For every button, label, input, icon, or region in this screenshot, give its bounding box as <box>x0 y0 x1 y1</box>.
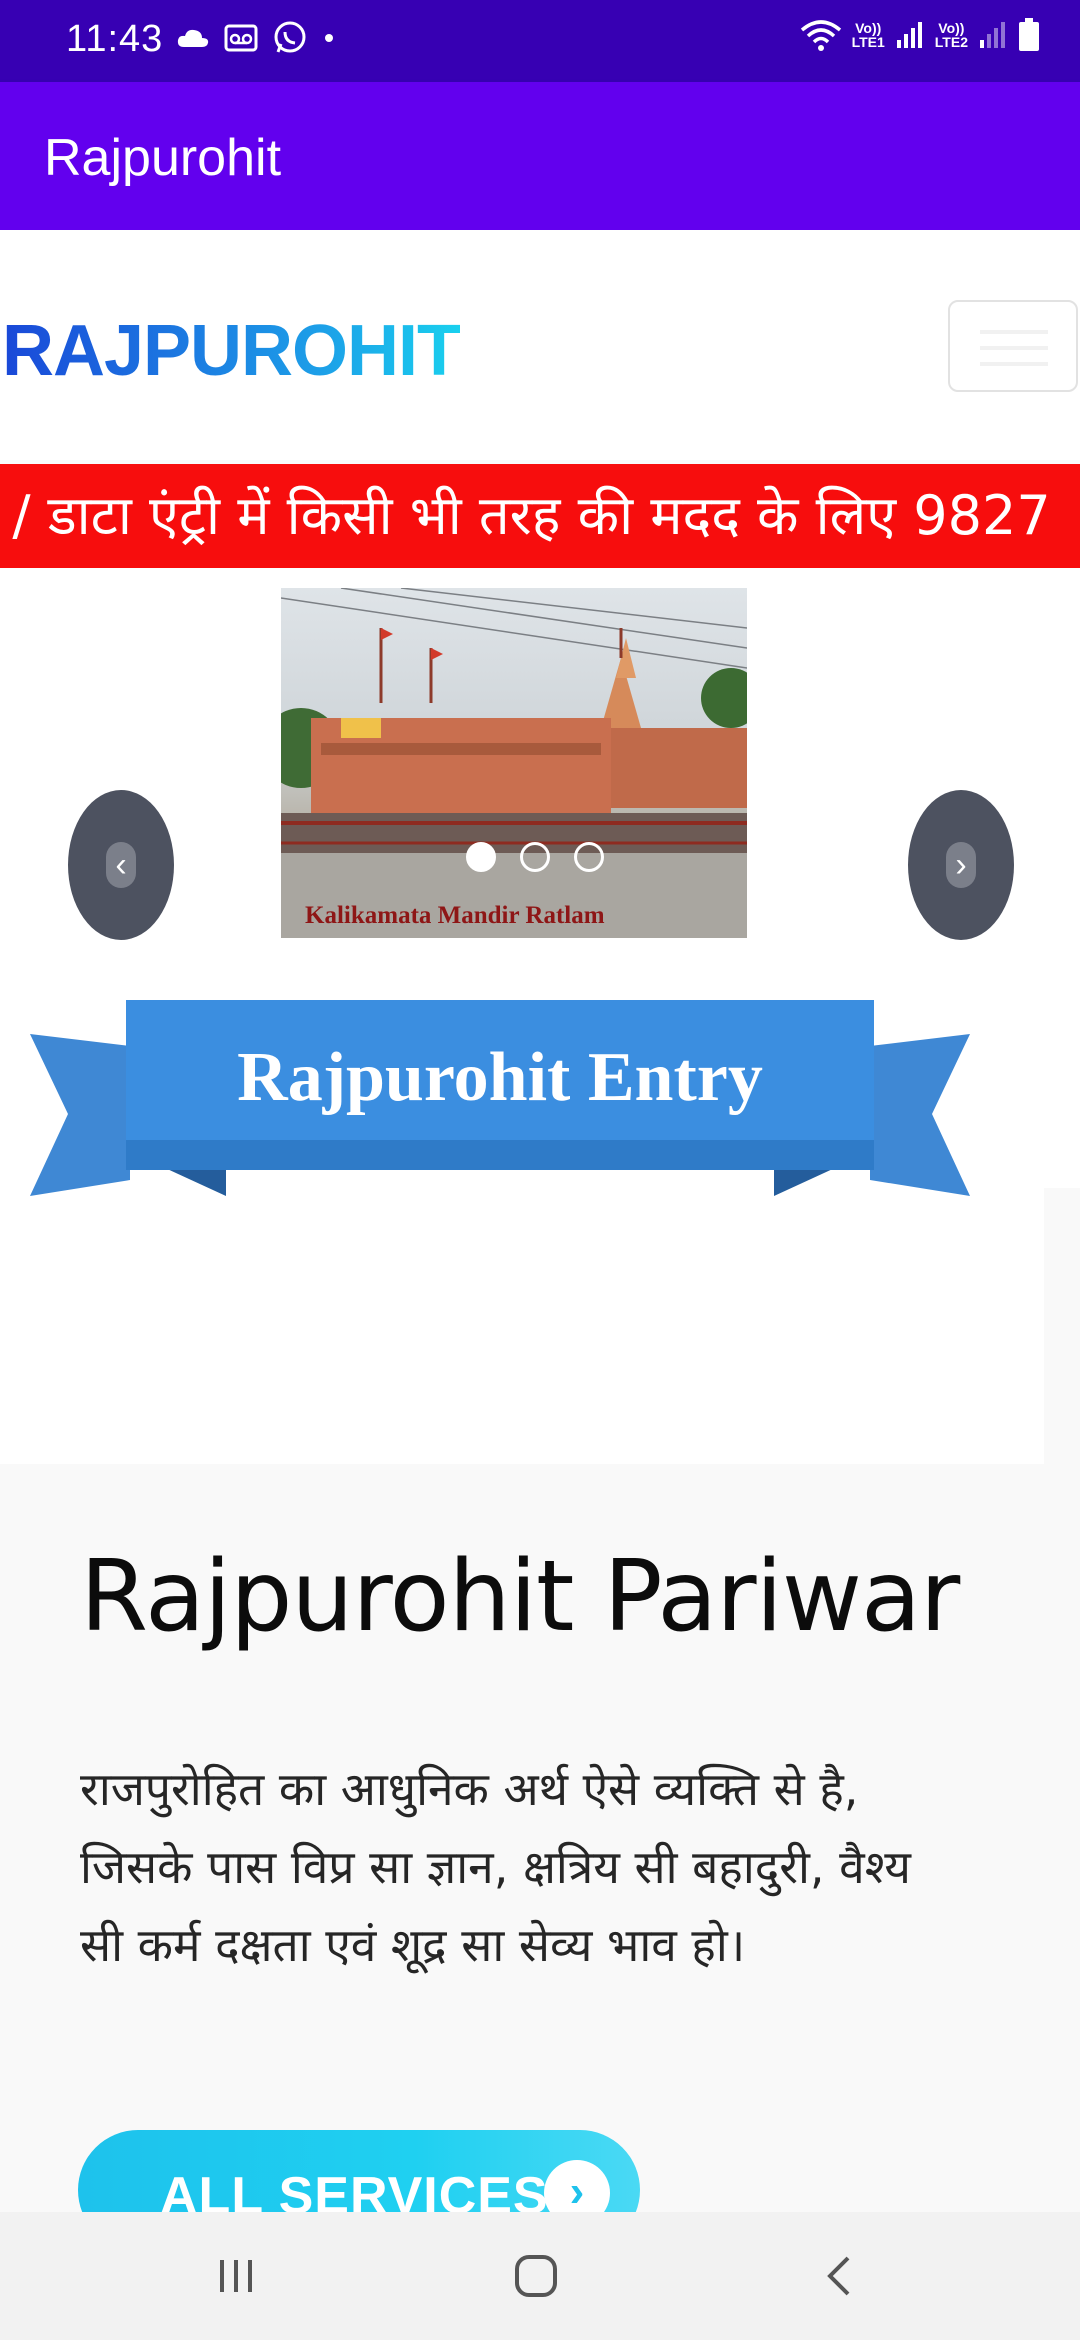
home-icon <box>515 2255 557 2297</box>
voicemail-icon <box>224 24 258 52</box>
system-status-icons: Vo)) LTE1 Vo)) LTE2 <box>800 18 1040 52</box>
marquee-text: ट / डाटा एंट्री में किसी भी तरह की मदद क… <box>0 484 1051 547</box>
menu-line-icon <box>980 362 1048 366</box>
recents-icon <box>220 2260 252 2292</box>
signal-icon <box>896 22 922 48</box>
wifi-icon <box>800 20 841 51</box>
home-button[interactable] <box>496 2246 576 2306</box>
all-services-label: ALL SERVICES <box>160 2167 549 2212</box>
recent-apps-button[interactable] <box>196 2246 276 2306</box>
app-bar: Rajpurohit <box>0 82 1080 230</box>
site-logo[interactable]: RAJPUROHIT <box>2 310 461 392</box>
status-time: 11:43 <box>66 18 164 60</box>
site-navbar: RAJPUROHIT <box>0 230 1080 460</box>
sim1-label: Vo)) LTE1 <box>851 20 885 50</box>
chevron-right-icon: › <box>946 842 976 888</box>
back-icon <box>827 2256 850 2296</box>
back-button[interactable] <box>800 2246 880 2306</box>
carousel-dot-3[interactable] <box>574 842 604 872</box>
banner-label: Rajpurohit Entry <box>237 1039 763 1116</box>
system-navigation-bar <box>0 2212 1080 2340</box>
app-title: Rajpurohit <box>44 129 282 187</box>
carousel-next-button[interactable]: › <box>908 790 1014 940</box>
sim2-label: Vo)) LTE2 <box>934 20 968 50</box>
slide-caption: Kalikamata Mandir Ratlam <box>305 902 605 929</box>
carousel-dot-2[interactable] <box>520 842 550 872</box>
notification-icons <box>176 20 336 56</box>
dot-icon <box>325 34 333 42</box>
menu-line-icon <box>980 346 1048 350</box>
screen: 11:43 Vo)) LTE1 Vo)) LTE2 Rajpurohit RAJ… <box>0 0 1080 2340</box>
intro-paragraph: राजपुरोहित का आधुनिक अर्थ ऐसे व्यक्ति से… <box>80 1762 911 1972</box>
webview[interactable]: RAJPUROHIT ट / डाटा एंट्री में किसी भी त… <box>0 230 1080 2212</box>
temple-photo <box>281 588 747 938</box>
chevron-right-icon: › <box>544 2160 610 2212</box>
page-title: Rajpurohit Pariwar <box>80 1540 960 1654</box>
carousel-dot-1[interactable] <box>466 842 496 872</box>
carousel-slide-image[interactable]: Kalikamata Mandir Ratlam <box>281 588 747 938</box>
signal-weak-icon <box>980 22 1005 48</box>
whatsapp-icon <box>274 21 306 53</box>
menu-toggle-button[interactable] <box>948 300 1078 392</box>
status-bar: 11:43 Vo)) LTE1 Vo)) LTE2 <box>0 0 1080 82</box>
rajpurohit-entry-banner[interactable]: Rajpurohit Entry <box>30 990 970 1210</box>
carousel-prev-button[interactable]: ‹ <box>68 790 174 940</box>
battery-icon <box>1019 18 1039 51</box>
carousel-indicators <box>466 842 604 872</box>
menu-line-icon <box>980 330 1048 334</box>
cloud-icon <box>177 29 209 47</box>
all-services-button[interactable]: ALL SERVICES › <box>78 2130 640 2212</box>
announcement-marquee: ट / डाटा एंट्री में किसी भी तरह की मदद क… <box>0 464 1080 568</box>
chevron-left-icon: ‹ <box>106 842 136 888</box>
